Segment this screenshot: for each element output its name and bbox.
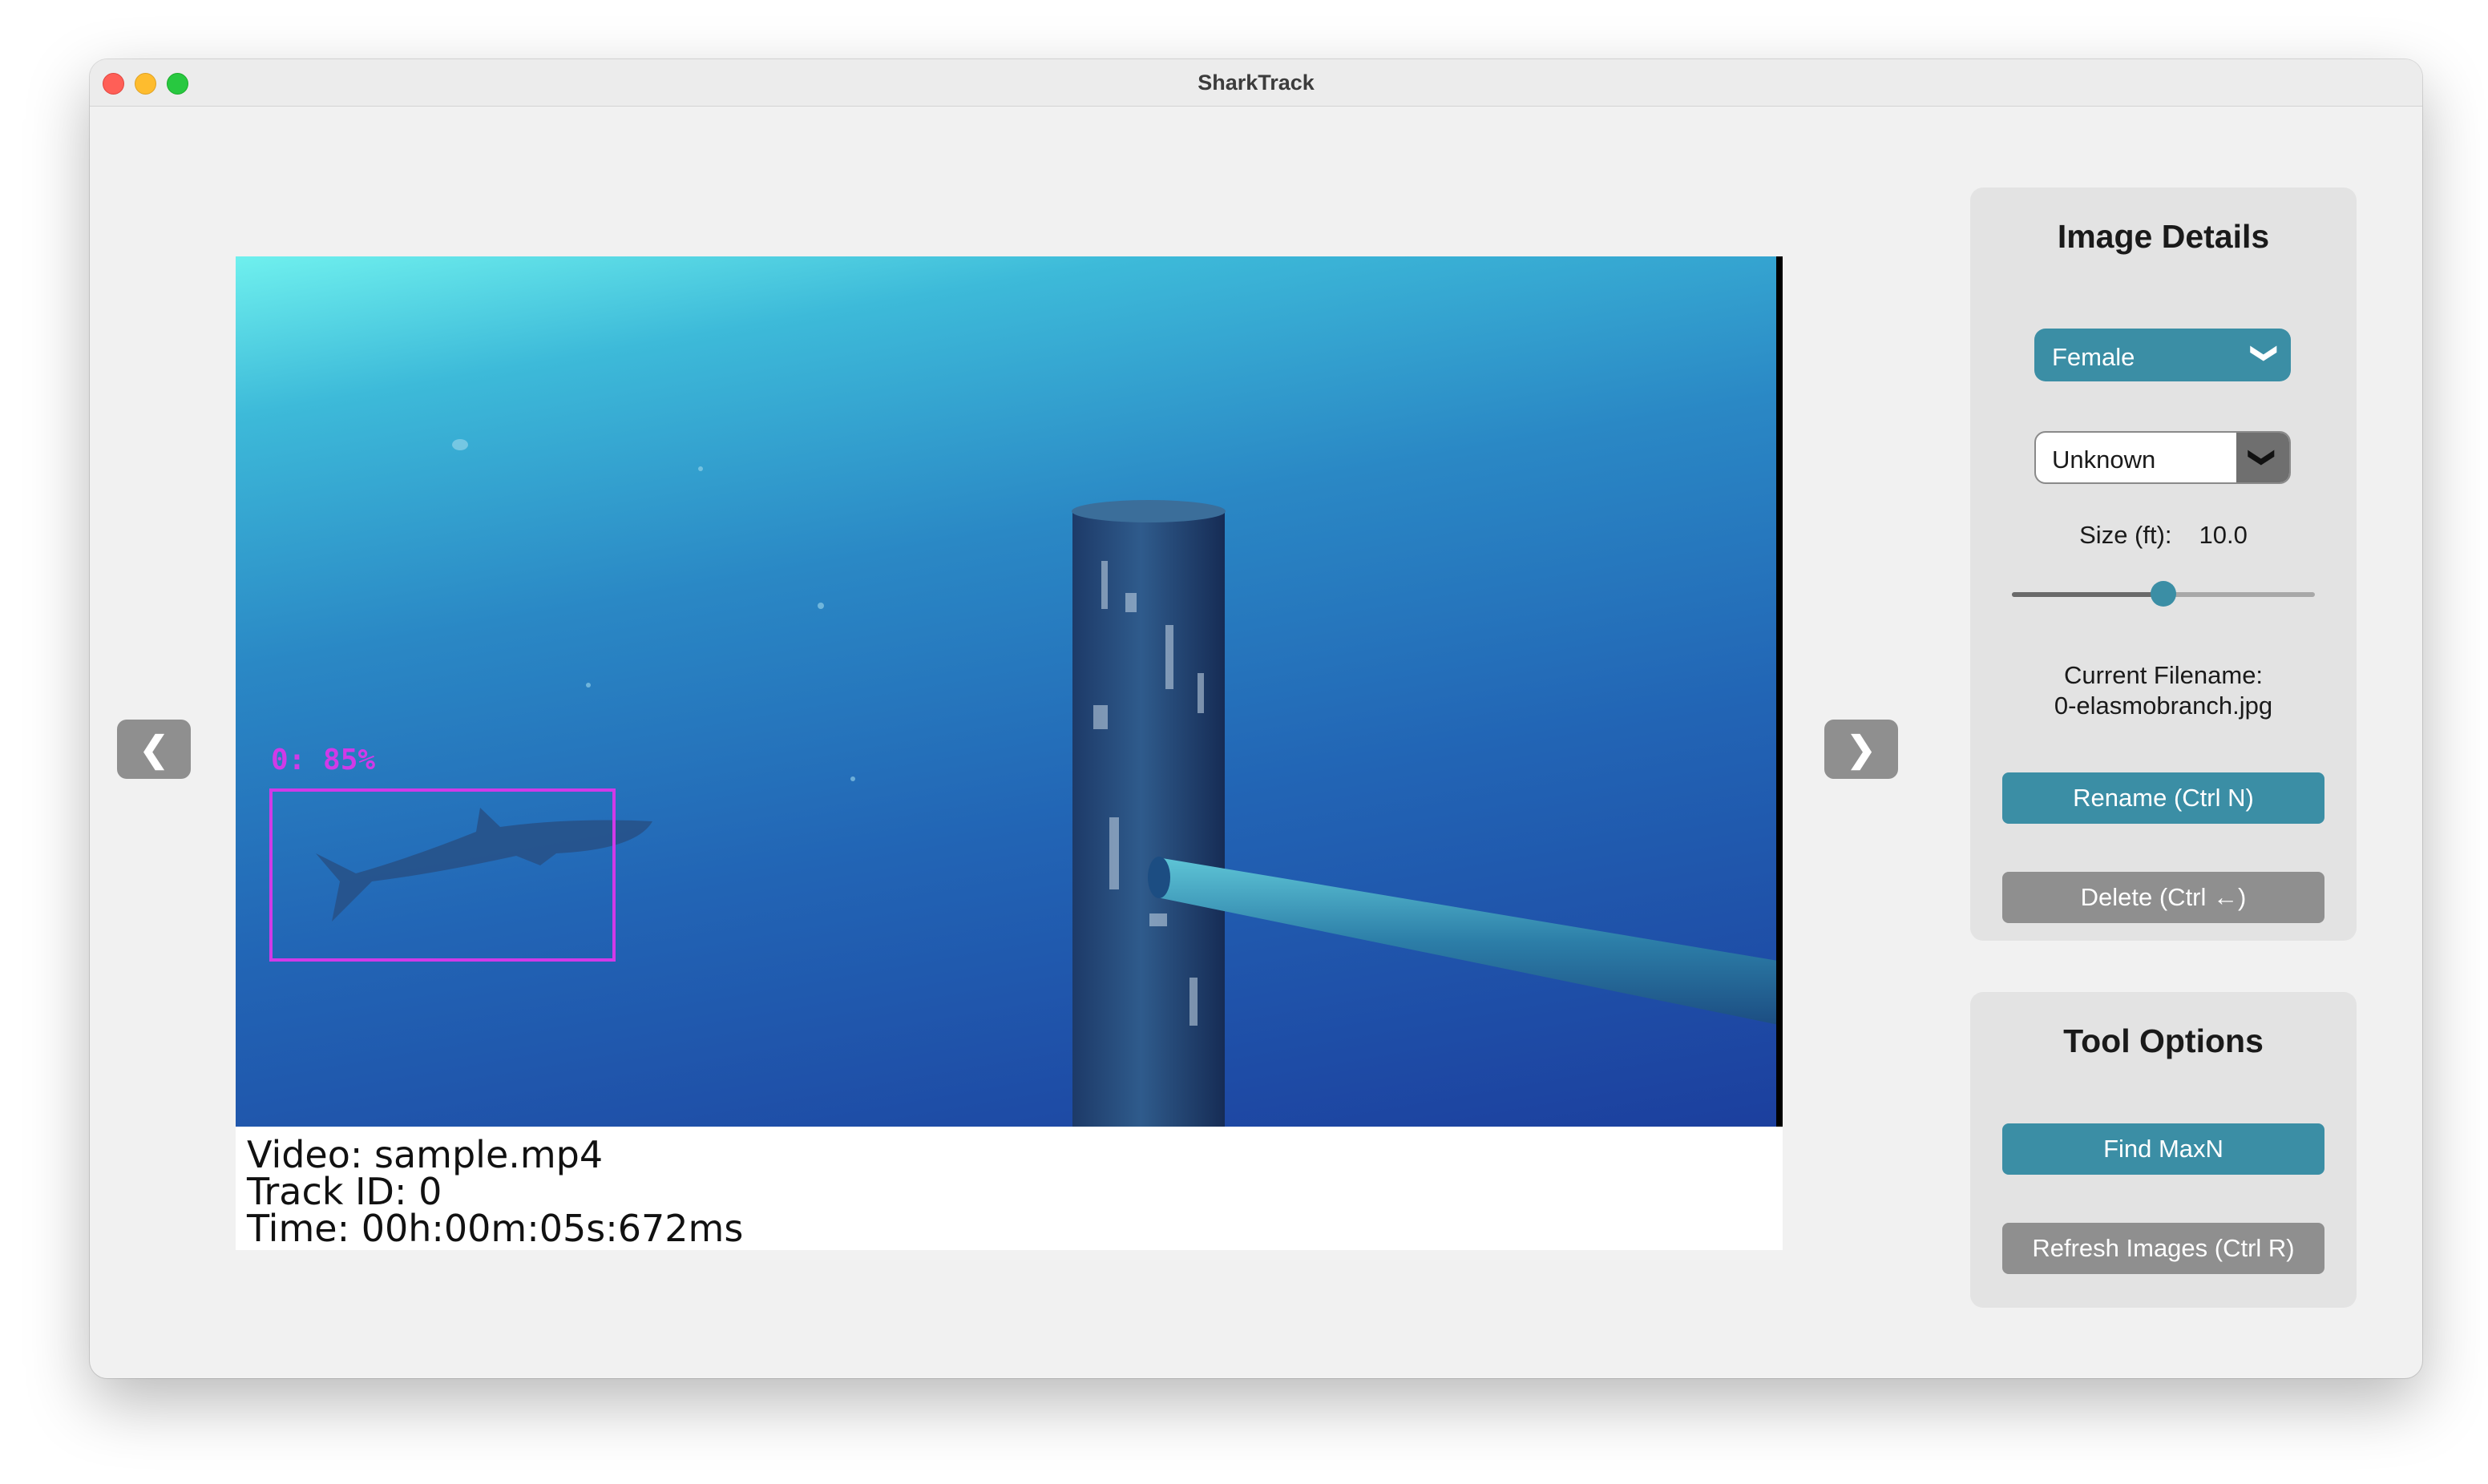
find-maxn-button[interactable]: Find MaxN [2002,1123,2324,1175]
image-details-title: Image Details [2057,218,2270,255]
size-label: Size (ft): [2079,521,2172,549]
chevron-right-icon: ❯ [1846,729,1876,769]
current-filename-label: Current Filename: [2063,661,2264,689]
rename-button[interactable]: Rename (Ctrl N) [2002,772,2324,824]
size-row: Size (ft): 10.0 [1970,521,2357,550]
title-bar: SharkTrack [90,59,2422,107]
refresh-images-button[interactable]: Refresh Images (Ctrl R) [2002,1223,2324,1274]
next-image-button[interactable]: ❯ [1824,720,1898,779]
underwater-photo: 0: 85% [236,256,1783,1127]
size-slider-handle[interactable] [2151,581,2176,607]
classification-dropdown-value: Unknown [2052,446,2156,474]
photo-scene [316,256,1783,1127]
image-viewer: 0: 85% Video: sample.mp4 Track ID: 0 Tim… [236,256,1783,1250]
image-caption: Video: sample.mp4 Track ID: 0 Time: 00h:… [247,1136,743,1247]
tool-options-title: Tool Options [2063,1022,2264,1059]
current-filename-value: 0-elasmobranch.jpg [2054,692,2273,720]
image-details-panel: Image Details Female ❯ Unknown ❯ Size (f… [1970,188,2357,941]
chevron-down-icon: ❯ [2251,342,2280,365]
delete-button[interactable]: Delete (Ctrl ←) [2002,872,2324,923]
classification-dropdown[interactable]: Unknown ❯ [2034,431,2291,484]
caption-video: Video: sample.mp4 [247,1133,604,1176]
sex-dropdown[interactable]: Female ❯ [2034,329,2291,381]
size-slider[interactable] [2012,581,2315,607]
detection-bounding-box [269,788,616,962]
caption-time: Time: 00h:00m:05s:672ms [247,1207,744,1250]
tool-options-panel: Tool Options Find MaxN Refresh Images (C… [1970,992,2357,1308]
app-window: SharkTrack ❮ ❯ 0: 85% Video: sample.mp4 … [90,59,2422,1378]
window-title: SharkTrack [1198,71,1315,95]
size-slider-fill [2012,592,2163,597]
dropdown-arrow-button[interactable]: ❯ [2236,433,2289,482]
detection-label: 0: 85% [271,744,376,776]
sex-dropdown-value: Female [2052,343,2135,371]
current-filename: Current Filename: 0-elasmobranch.jpg [1970,660,2357,721]
size-value: 10.0 [2199,521,2248,549]
chevron-left-icon: ❮ [139,729,169,769]
caption-track-id: Track ID: 0 [247,1170,442,1213]
chevron-down-icon: ❯ [2248,446,2277,469]
previous-image-button[interactable]: ❮ [117,720,191,779]
